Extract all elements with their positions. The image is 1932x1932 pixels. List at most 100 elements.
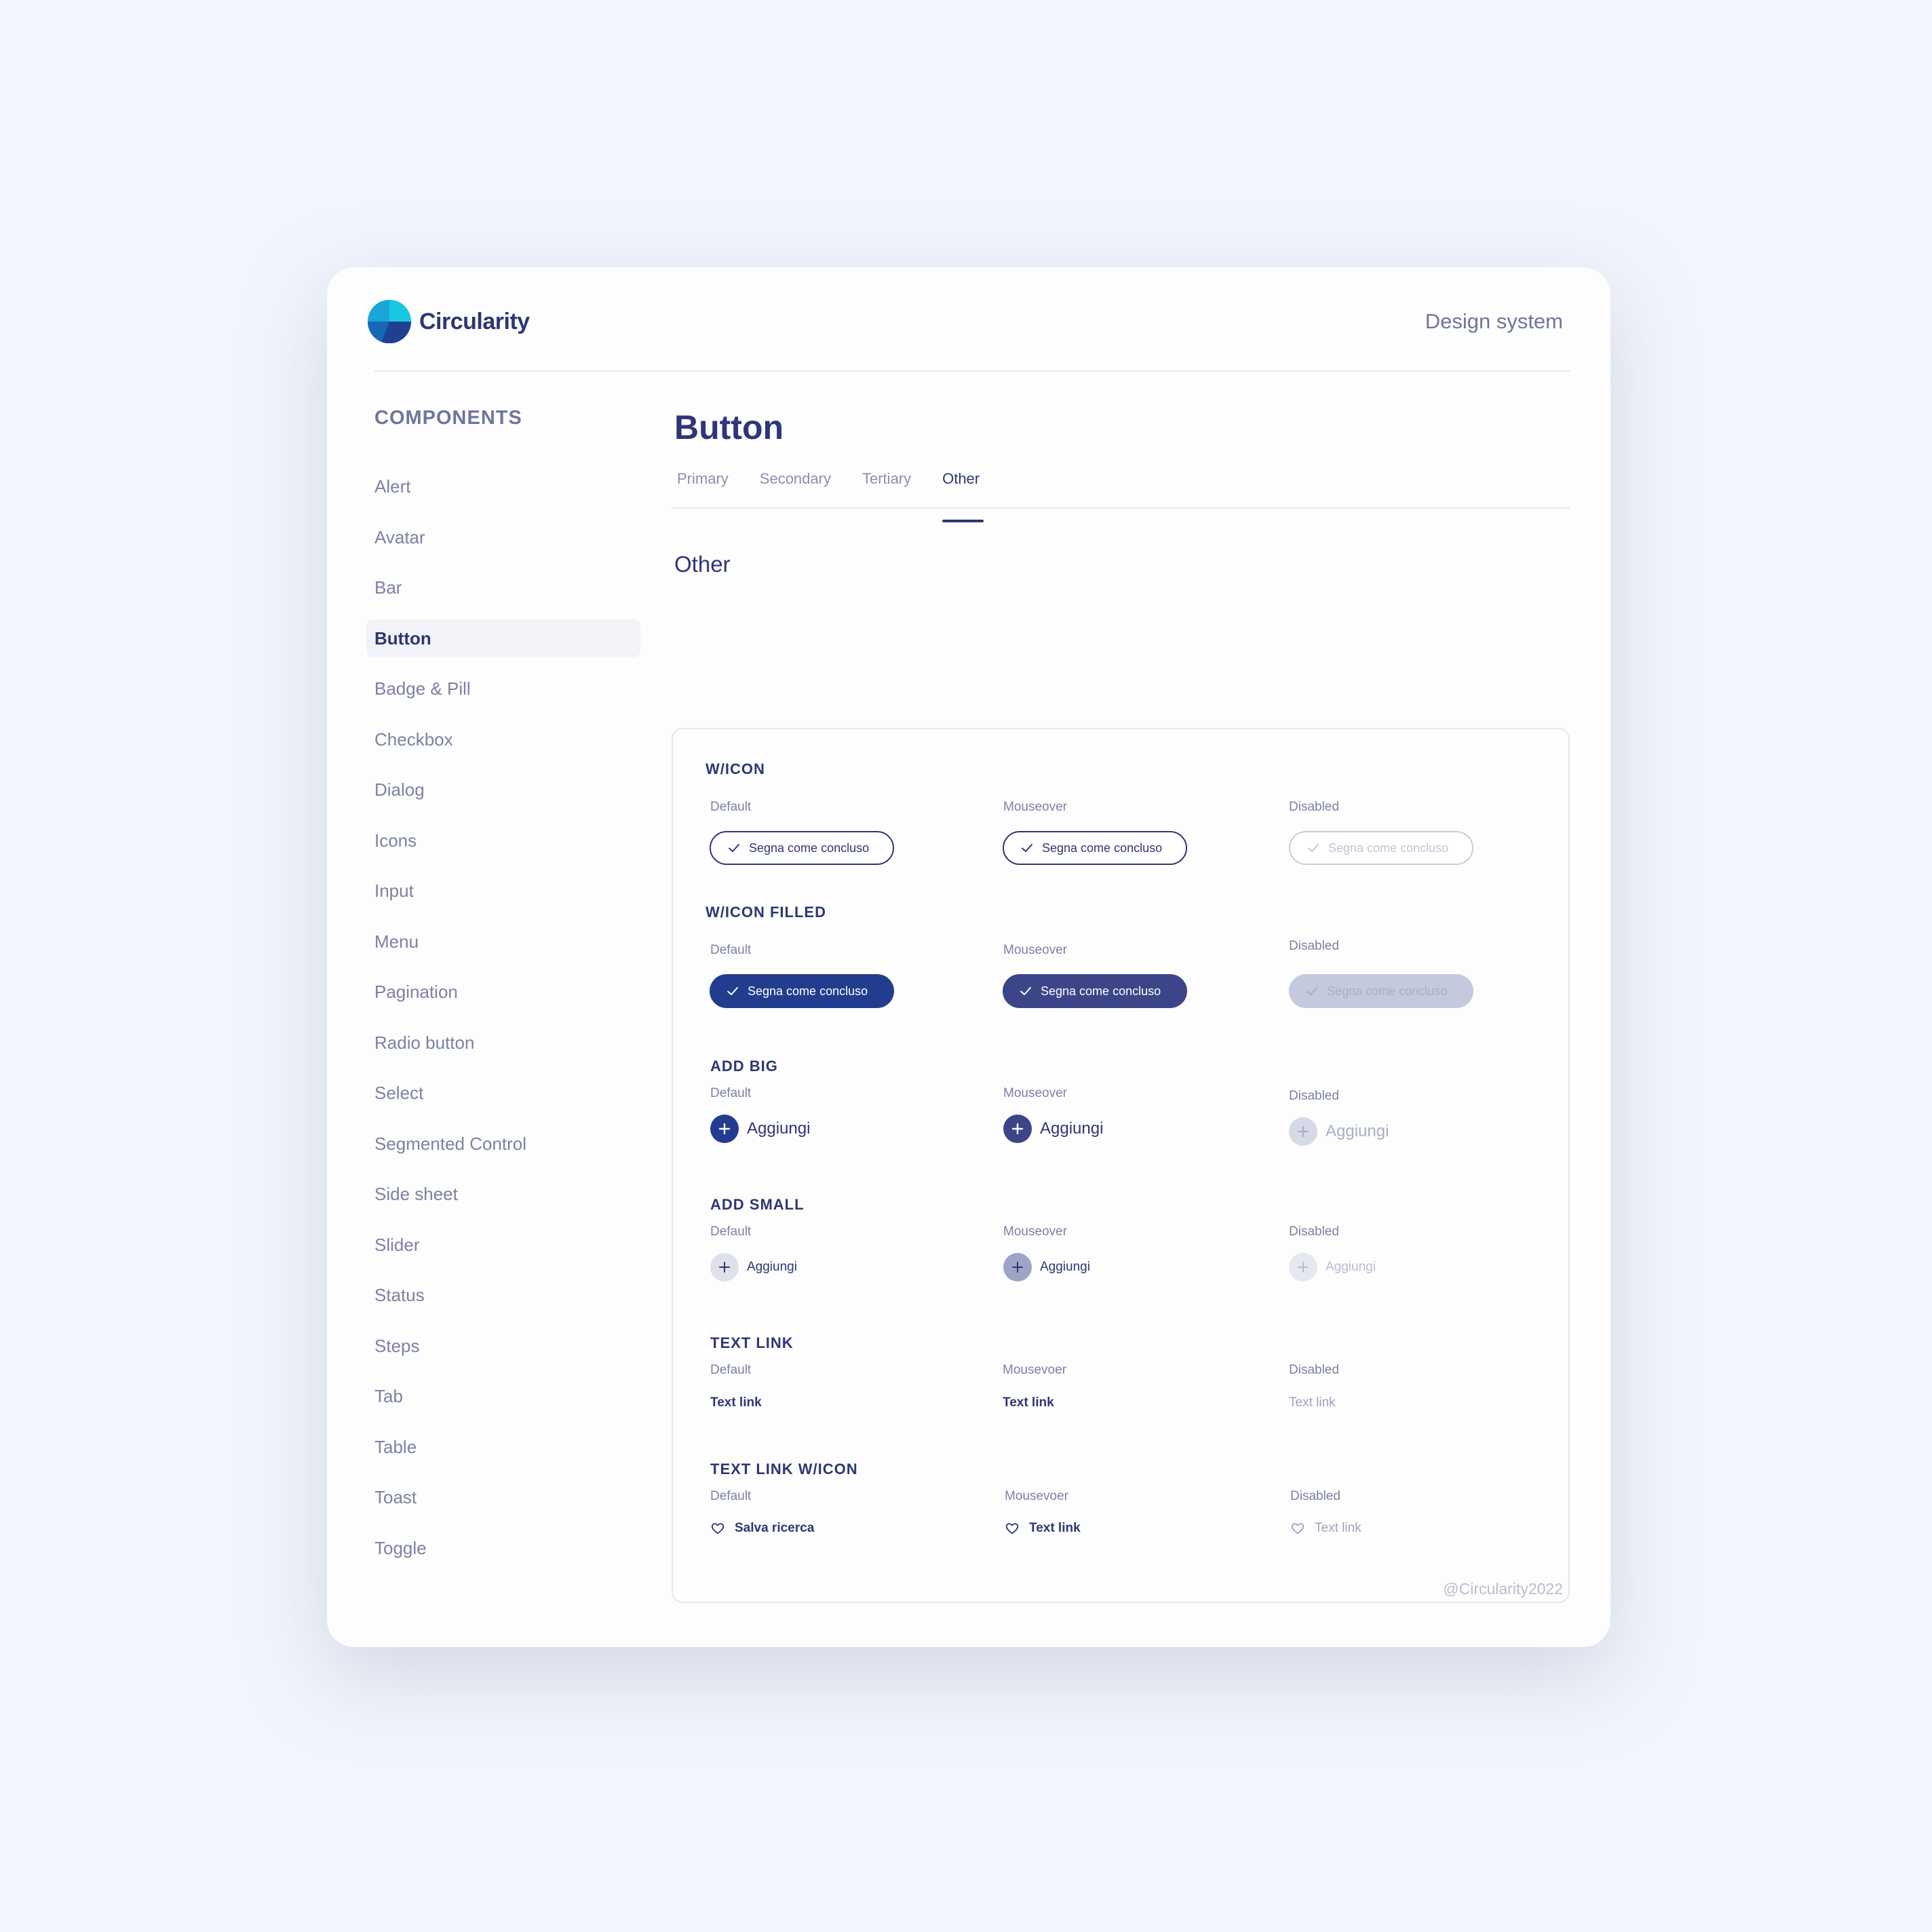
state-label-default: Default <box>710 1224 752 1239</box>
group-title: W/ICON <box>706 760 765 777</box>
button-label: Segna come concluso <box>1041 984 1161 998</box>
sidebar-item-segmented-control[interactable]: Segmented Control <box>374 1125 646 1163</box>
sidebar-list: Alert Avatar Bar Button Badge & Pill Che… <box>366 467 646 1567</box>
check-icon <box>727 841 741 855</box>
sidebar-item-slider[interactable]: Slider <box>374 1226 646 1264</box>
sidebar: COMPONENTS Alert Avatar Bar Button Badge… <box>366 407 646 1579</box>
check-icon <box>1305 984 1319 998</box>
plus-icon <box>1003 1253 1032 1281</box>
sidebar-item-dialog[interactable]: Dialog <box>374 771 646 809</box>
tab-tertiary[interactable]: Tertiary <box>862 465 911 507</box>
state-label-default: Default <box>710 800 752 814</box>
text-link-mouseover[interactable]: Text link <box>1003 1395 1054 1410</box>
tab-secondary[interactable]: Secondary <box>760 465 831 507</box>
sidebar-item-toggle[interactable]: Toggle <box>374 1529 646 1567</box>
button-label: Aggiungi <box>747 1119 811 1138</box>
state-label-mouseover: Mousevoer <box>1003 1363 1066 1377</box>
sidebar-item-button[interactable]: Button <box>366 619 640 657</box>
sidebar-item-table[interactable]: Table <box>374 1428 646 1466</box>
state-label-disabled: Disabled <box>1289 1363 1339 1377</box>
add-small-button-default[interactable]: Aggiungi <box>710 1253 797 1281</box>
brand-logo[interactable]: Circularity <box>368 300 530 343</box>
state-label-disabled: Disabled <box>1289 1224 1339 1239</box>
button-label: Segna come concluso <box>748 984 868 998</box>
button-label: Aggiungi <box>1040 1119 1104 1138</box>
button-label: Segna come concluso <box>1328 841 1449 855</box>
state-label-default: Default <box>710 1086 752 1100</box>
state-label-mouseover: Mousevoer <box>1005 1489 1068 1503</box>
sidebar-item-radio-button[interactable]: Radio button <box>374 1024 646 1062</box>
header-divider <box>374 370 1570 372</box>
state-label-default: Default <box>710 943 752 957</box>
group-title: W/ICON FILLED <box>706 904 826 921</box>
header-design-system-label: Design system <box>1425 309 1563 333</box>
link-label: Salva ricerca <box>735 1521 815 1535</box>
state-label-default: Default <box>710 1489 752 1503</box>
plus-icon <box>1289 1117 1317 1146</box>
check-icon <box>1020 841 1034 855</box>
design-system-card: Circularity Design system COMPONENTS Ale… <box>327 267 1610 1647</box>
main-content: Button Primary Secondary Tertiary Other … <box>672 400 1570 1603</box>
state-label-disabled: Disabled <box>1289 800 1339 814</box>
outline-icon-button-default[interactable]: Segna come concluso <box>710 831 894 865</box>
sidebar-item-checkbox[interactable]: Checkbox <box>374 720 646 758</box>
plus-icon <box>710 1115 739 1143</box>
filled-icon-button-default[interactable]: Segna come concluso <box>710 974 894 1008</box>
check-icon <box>1019 984 1032 998</box>
tab-other[interactable]: Other <box>942 465 984 522</box>
heart-icon <box>1290 1520 1307 1537</box>
icon-text-link-default[interactable]: Salva ricerca <box>710 1520 814 1537</box>
sidebar-item-menu[interactable]: Menu <box>374 923 646 961</box>
page-title: Button <box>674 408 784 446</box>
sidebar-item-tab[interactable]: Tab <box>374 1377 646 1415</box>
button-label: Segna come concluso <box>1042 841 1163 855</box>
plus-icon <box>1289 1253 1317 1281</box>
link-label: Text link <box>1315 1521 1361 1535</box>
state-label-default: Default <box>710 1363 752 1377</box>
check-icon <box>1307 841 1320 855</box>
add-big-button-mouseover[interactable]: Aggiungi <box>1003 1115 1103 1143</box>
link-label: Text link <box>1029 1521 1081 1535</box>
add-small-button-disabled: Aggiungi <box>1289 1253 1376 1281</box>
sidebar-title: COMPONENTS <box>374 407 522 429</box>
sidebar-item-pagination[interactable]: Pagination <box>374 973 646 1011</box>
sidebar-item-select[interactable]: Select <box>374 1074 646 1112</box>
circularity-logo-icon <box>368 300 411 343</box>
outline-icon-button-disabled: Segna come concluso <box>1289 831 1473 865</box>
button-label: Aggiungi <box>1326 1122 1389 1140</box>
group-title: ADD SMALL <box>710 1196 805 1213</box>
heart-icon <box>710 1520 727 1537</box>
filled-icon-button-mouseover[interactable]: Segna come concluso <box>1003 974 1187 1008</box>
sidebar-item-toast[interactable]: Toast <box>374 1478 646 1516</box>
tab-bar: Primary Secondary Tertiary Other <box>672 465 1570 522</box>
outline-icon-button-mouseover[interactable]: Segna come concluso <box>1003 831 1187 865</box>
sidebar-item-steps[interactable]: Steps <box>374 1327 646 1365</box>
sidebar-item-bar[interactable]: Bar <box>374 568 646 606</box>
state-label-disabled: Disabled <box>1289 939 1339 953</box>
components-panel: W/ICON Default Mouseover Disabled Segna … <box>672 728 1570 1603</box>
filled-icon-button-disabled: Segna come concluso <box>1289 974 1473 1008</box>
button-label: Aggiungi <box>747 1260 797 1274</box>
sidebar-item-side-sheet[interactable]: Side sheet <box>374 1175 646 1213</box>
text-link-default[interactable]: Text link <box>710 1395 762 1410</box>
group-title: TEXT LINK <box>710 1334 794 1351</box>
state-label-mouseover: Mouseover <box>1003 943 1067 957</box>
check-icon <box>726 984 739 998</box>
brand-name: Circularity <box>419 308 530 334</box>
state-label-disabled: Disabled <box>1290 1489 1340 1503</box>
sidebar-item-badge-pill[interactable]: Badge & Pill <box>374 670 646 708</box>
add-big-button-disabled: Aggiungi <box>1289 1117 1389 1146</box>
icon-text-link-mouseover[interactable]: Text link <box>1005 1520 1081 1537</box>
footer-copyright: @Circularity2022 <box>1443 1580 1563 1598</box>
add-small-button-mouseover[interactable]: Aggiungi <box>1003 1253 1090 1281</box>
state-label-mouseover: Mouseover <box>1003 800 1067 814</box>
sidebar-item-icons[interactable]: Icons <box>374 822 646 859</box>
tab-primary[interactable]: Primary <box>677 465 729 507</box>
plus-icon <box>1003 1115 1032 1143</box>
sidebar-item-avatar[interactable]: Avatar <box>374 518 646 556</box>
plus-icon <box>710 1253 739 1281</box>
sidebar-item-input[interactable]: Input <box>374 872 646 910</box>
sidebar-item-status[interactable]: Status <box>374 1276 646 1314</box>
sidebar-item-alert[interactable]: Alert <box>374 467 646 505</box>
add-big-button-default[interactable]: Aggiungi <box>710 1115 810 1143</box>
